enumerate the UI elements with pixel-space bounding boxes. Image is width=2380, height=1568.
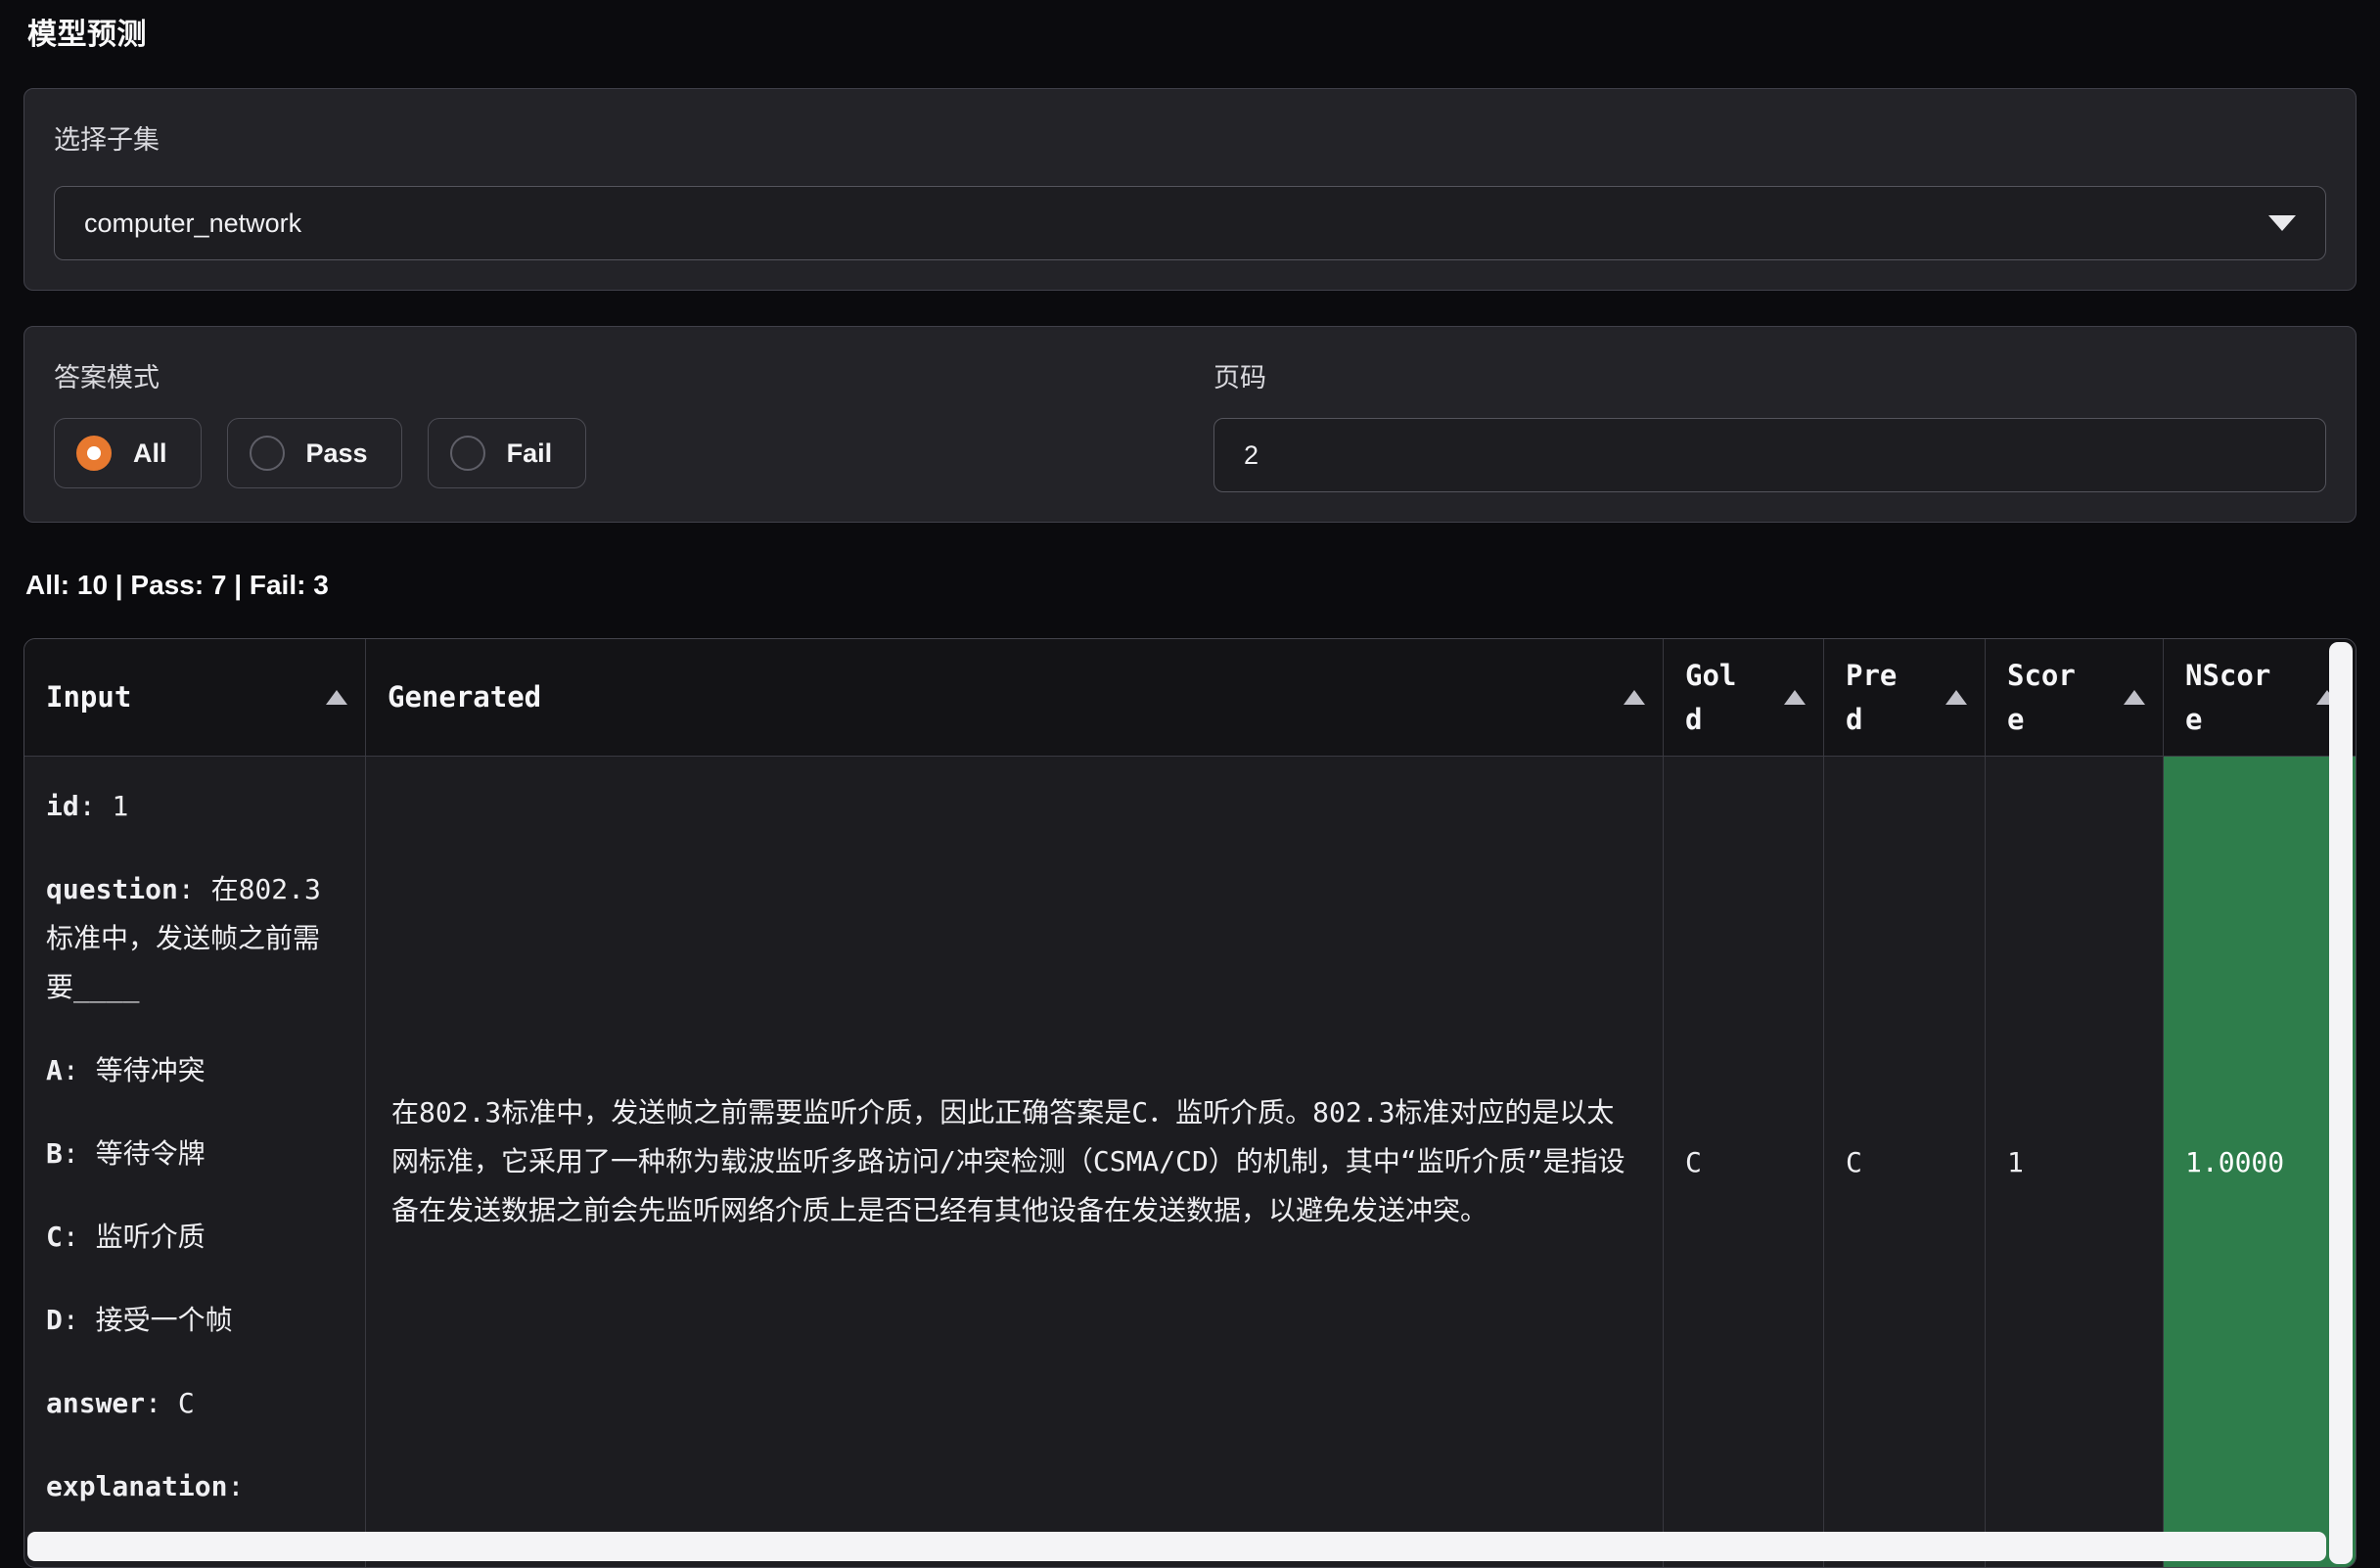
page-title: 模型预测 — [23, 10, 2357, 53]
cell-score: 1 — [1985, 757, 2163, 1567]
radio-option-label: Pass — [306, 438, 368, 469]
radio-unselected-icon — [250, 436, 285, 471]
radio-option-label: All — [133, 438, 167, 469]
page-number-input[interactable]: 2 — [1213, 418, 2326, 492]
chevron-down-icon — [2268, 215, 2296, 231]
column-header-input[interactable]: Input — [24, 639, 365, 756]
table-horizontal-scrollbar[interactable] — [27, 1532, 2326, 1561]
cell-pred: C — [1823, 757, 1985, 1567]
radio-option-all[interactable]: All — [54, 418, 202, 488]
cell-generated: 在802.3标准中，发送帧之前需要监听介质，因此正确答案是C．监听介质。802.… — [365, 757, 1663, 1567]
page-number-label: 页码 — [1213, 356, 2326, 394]
column-header-pred[interactable]: Pred — [1823, 639, 1985, 756]
radio-option-fail[interactable]: Fail — [428, 418, 587, 488]
radio-unselected-icon — [450, 436, 485, 471]
radio-option-pass[interactable]: Pass — [227, 418, 402, 488]
input-field-option-a: A: 等待冲突 — [46, 1046, 345, 1095]
table-row: id: 1 question: 在802.3标准中，发送帧之前需要____ A:… — [24, 757, 2356, 1567]
cell-input: id: 1 question: 在802.3标准中，发送帧之前需要____ A:… — [24, 757, 365, 1567]
column-header-score[interactable]: Score — [1985, 639, 2163, 756]
answer-mode-radios: All Pass Fail — [54, 418, 1167, 488]
answer-mode-label: 答案模式 — [54, 356, 1167, 394]
stats-summary: All: 10 | Pass: 7 | Fail: 3 — [25, 570, 2357, 601]
table-header-row: Input Generated Gold Pred Score NScore — [24, 639, 2356, 757]
input-field-id: id: 1 — [46, 782, 345, 831]
subset-label: 选择子集 — [54, 118, 2326, 157]
filter-panel: 答案模式 All Pass Fail 页码 2 — [23, 326, 2357, 523]
subset-dropdown-value: computer_network — [84, 208, 301, 239]
sort-asc-icon — [1945, 690, 1967, 705]
column-header-gold[interactable]: Gold — [1663, 639, 1823, 756]
input-field-explanation: explanation: — [46, 1462, 345, 1511]
answer-mode-group: 答案模式 All Pass Fail — [54, 356, 1167, 492]
cell-gold: C — [1663, 757, 1823, 1567]
input-field-answer: answer: C — [46, 1379, 345, 1428]
sort-asc-icon — [326, 690, 347, 705]
sort-asc-icon — [1784, 690, 1806, 705]
column-header-generated[interactable]: Generated — [365, 639, 1663, 756]
model-prediction-page: 模型预测 选择子集 computer_network 答案模式 All Pass — [0, 0, 2380, 1568]
subset-panel: 选择子集 computer_network — [23, 88, 2357, 291]
page-number-value: 2 — [1244, 440, 1259, 471]
input-field-option-b: B: 等待令牌 — [46, 1130, 345, 1178]
predictions-table: Input Generated Gold Pred Score NScore — [23, 638, 2357, 1568]
sort-asc-icon — [1624, 690, 1645, 705]
table-vertical-scrollbar[interactable] — [2329, 642, 2353, 1564]
input-field-question: question: 在802.3标准中，发送帧之前需要____ — [46, 865, 345, 1012]
subset-dropdown[interactable]: computer_network — [54, 186, 2326, 260]
column-header-nscore[interactable]: NScore — [2163, 639, 2356, 756]
cell-nscore: 1.0000 — [2163, 757, 2356, 1567]
radio-option-label: Fail — [507, 438, 553, 469]
input-field-option-d: D: 接受一个帧 — [46, 1296, 345, 1345]
radio-selected-icon — [76, 436, 112, 471]
page-number-group: 页码 2 — [1213, 356, 2326, 492]
input-field-option-c: C: 监听介质 — [46, 1213, 345, 1262]
sort-asc-icon — [2124, 690, 2145, 705]
